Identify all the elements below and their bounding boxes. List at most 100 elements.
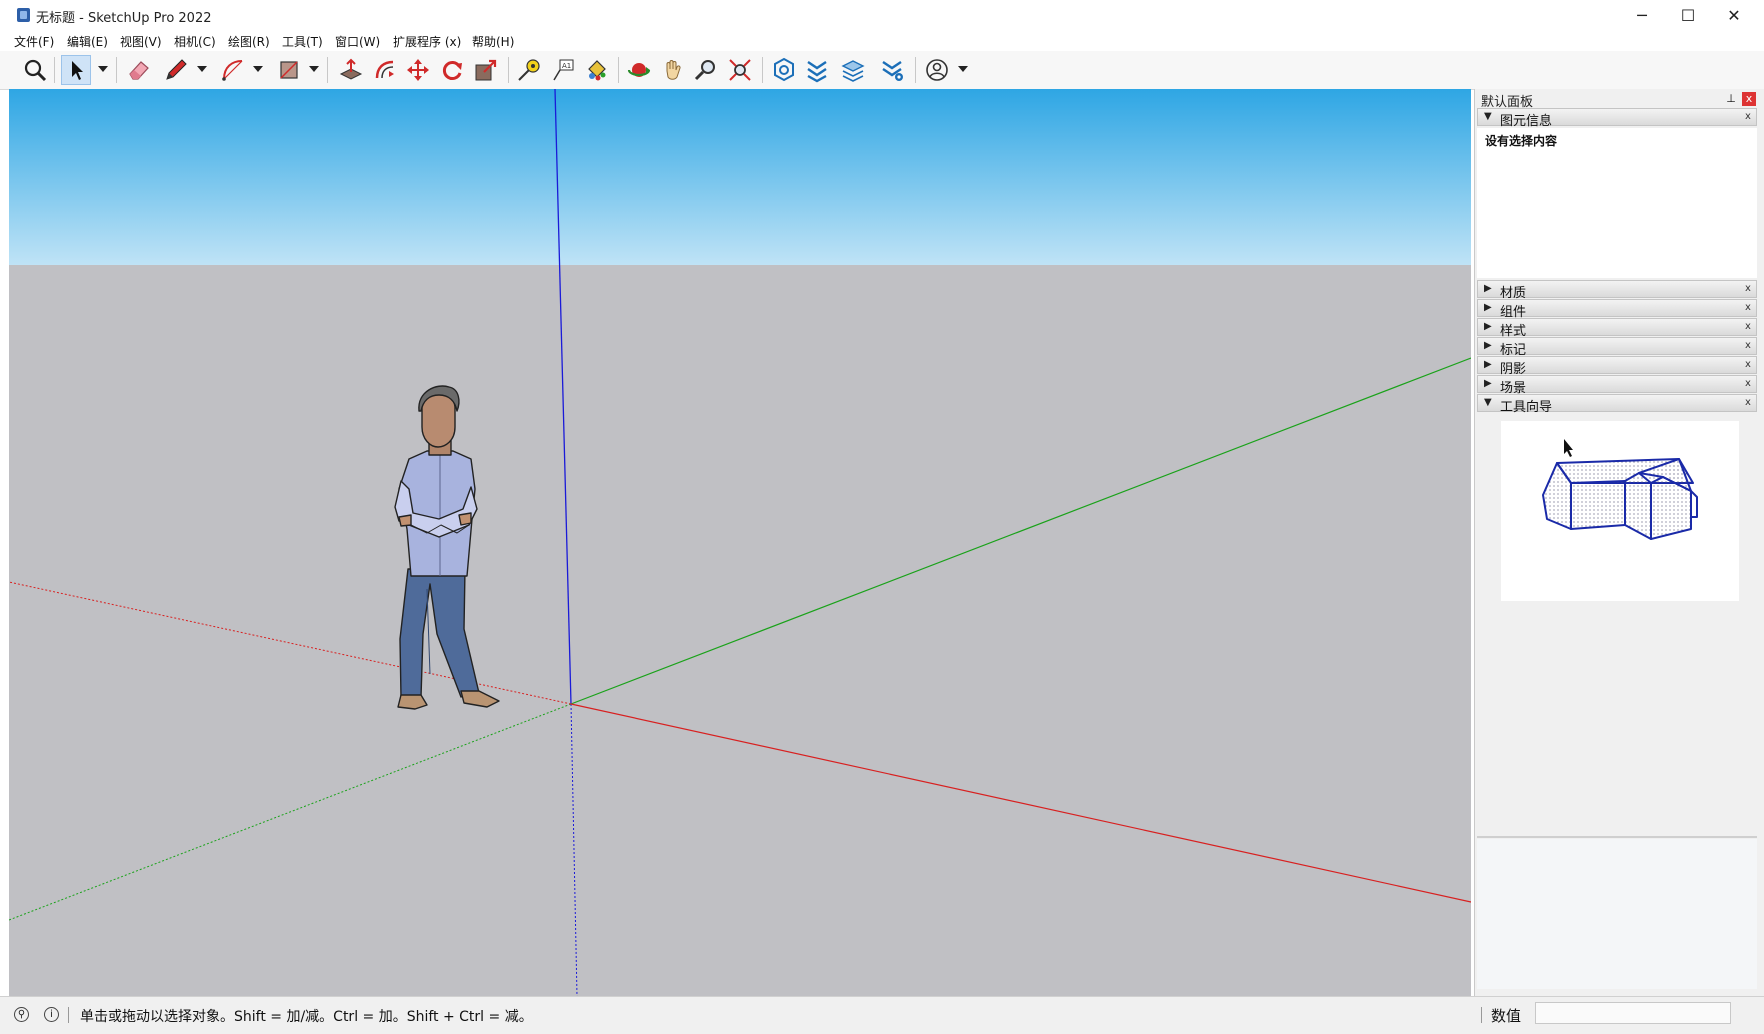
ground-plane [9, 265, 1471, 996]
panel-close-icon[interactable]: x [1742, 321, 1754, 333]
zoom-extents-icon[interactable] [725, 55, 755, 85]
collapsed-triangle-icon: ▶ [1484, 340, 1492, 351]
text-label-icon[interactable]: A1 [548, 55, 578, 85]
collapsed-triangle-icon: ▶ [1484, 302, 1492, 313]
collapsed-triangle-icon: ▶ [1484, 359, 1492, 370]
close-button[interactable]: ✕ [1711, 0, 1757, 30]
panel-close-icon[interactable]: x [1742, 378, 1754, 390]
menu-tools[interactable]: 工具(T) [282, 33, 323, 50]
maximize-icon: ☐ [1680, 5, 1696, 25]
measurements-label: 数值 [1491, 1007, 1522, 1025]
menu-extensions[interactable]: 扩展程序 (x) [393, 33, 461, 50]
orbit-icon[interactable] [624, 55, 654, 85]
rotate-icon[interactable] [437, 55, 467, 85]
status-message: 单击或拖动以选择对象。Shift = 加/减。Ctrl = 加。Shift + … [80, 1009, 533, 1025]
panel-header-materials[interactable]: ▶ 材质 x [1477, 280, 1757, 301]
instructor-select-tool-illustration [1501, 421, 1739, 601]
panel-header-tags[interactable]: ▶ 标记 x [1477, 337, 1757, 358]
status-separator [1481, 1007, 1482, 1023]
entity-info-empty-text: 设有选择内容 [1485, 134, 1558, 148]
cursor-arrow-icon [1564, 439, 1573, 457]
main-toolbar: A1 [0, 51, 1764, 90]
panel-close-icon[interactable]: x [1742, 111, 1754, 123]
title-bar: 无标题 - SketchUp Pro 2022 ─ ☐ ✕ [0, 0, 1764, 30]
search-icon[interactable] [20, 55, 50, 85]
panel-close-icon[interactable]: x [1742, 359, 1754, 371]
zoom-icon[interactable] [691, 55, 721, 85]
minimize-button[interactable]: ─ [1619, 0, 1665, 30]
panel-header-styles[interactable]: ▶ 样式 x [1477, 318, 1757, 339]
toolbar-separator [618, 57, 619, 83]
move-icon[interactable] [403, 55, 433, 85]
menu-edit[interactable]: 编辑(E) [67, 33, 108, 50]
eraser-icon[interactable] [124, 55, 154, 85]
extension-manager-icon[interactable] [878, 55, 908, 85]
minimize-icon: ─ [1637, 5, 1647, 25]
arc-icon[interactable] [218, 55, 248, 85]
drawing-viewport[interactable] [9, 89, 1471, 996]
panel-header-instructor[interactable]: ▼ 工具向导 x [1477, 394, 1757, 415]
pencil-line-icon[interactable] [161, 55, 191, 85]
menu-view[interactable]: 视图(V) [120, 33, 162, 50]
measurements-input[interactable] [1535, 1002, 1731, 1024]
entity-info-body: 设有选择内容 [1477, 128, 1757, 278]
3d-warehouse-icon[interactable] [769, 55, 799, 85]
close-icon: ✕ [1727, 5, 1741, 25]
shape-dropdown-chevron-down-icon[interactable] [309, 66, 319, 72]
expanded-triangle-icon: ▼ [1484, 111, 1492, 122]
toolbar-separator [762, 57, 763, 83]
instructor-divider [1477, 836, 1757, 838]
toolbar-separator [54, 57, 55, 83]
menu-window[interactable]: 窗口(W) [335, 33, 380, 50]
account-dropdown-chevron-down-icon[interactable] [958, 66, 968, 72]
toolbar-separator [915, 57, 916, 83]
status-separator [68, 1007, 69, 1023]
menu-bar: 文件(F) 编辑(E) 视图(V) 相机(C) 绘图(R) 工具(T) 窗口(W… [0, 30, 1764, 51]
rectangle-icon[interactable] [274, 55, 304, 85]
default-tray: 默认面板 ⊥ x ▼ 图元信息 x 设有选择内容 ▶ 材质 x ▶ 组件 x ▶… [1474, 89, 1764, 996]
account-icon[interactable] [922, 55, 952, 85]
arc-dropdown-chevron-down-icon[interactable] [253, 66, 263, 72]
toolbar-separator [116, 57, 117, 83]
tray-close-button[interactable]: x [1742, 92, 1756, 106]
layout-icon[interactable] [838, 55, 868, 85]
menu-camera[interactable]: 相机(C) [174, 33, 216, 50]
maximize-button[interactable]: ☐ [1665, 0, 1711, 30]
line-dropdown-chevron-down-icon[interactable] [197, 66, 207, 72]
collapsed-triangle-icon: ▶ [1484, 321, 1492, 332]
panel-header-entity-info[interactable]: ▼ 图元信息 x [1477, 108, 1757, 129]
panel-header-scenes[interactable]: ▶ 场景 x [1477, 375, 1757, 396]
select-dropdown-chevron-down-icon[interactable] [98, 66, 108, 72]
tape-measure-icon[interactable] [514, 55, 544, 85]
pan-hand-icon[interactable] [658, 55, 688, 85]
toolbar-separator [508, 57, 509, 83]
select-arrow-icon[interactable] [61, 55, 91, 85]
panel-close-icon[interactable]: x [1742, 283, 1754, 295]
collapsed-triangle-icon: ▶ [1484, 283, 1492, 294]
menu-draw[interactable]: 绘图(R) [228, 33, 270, 50]
menu-file[interactable]: 文件(F) [14, 33, 54, 50]
toolbar-separator [327, 57, 328, 83]
panel-header-components[interactable]: ▶ 组件 x [1477, 299, 1757, 320]
expanded-triangle-icon: ▼ [1484, 397, 1492, 408]
extension-warehouse-icon[interactable] [802, 55, 832, 85]
scale-icon[interactable] [471, 55, 501, 85]
push-pull-icon[interactable] [336, 55, 366, 85]
window-title: 无标题 - SketchUp Pro 2022 [36, 11, 212, 26]
pin-icon[interactable]: ⊥ [1724, 92, 1738, 106]
panel-close-icon[interactable]: x [1742, 397, 1754, 409]
sketchup-app-icon [17, 8, 30, 22]
offset-icon[interactable] [370, 55, 400, 85]
collapsed-triangle-icon: ▶ [1484, 378, 1492, 389]
panel-close-icon[interactable]: x [1742, 340, 1754, 352]
paint-bucket-icon[interactable] [581, 55, 611, 85]
geo-location-icon[interactable]: ⚲ [14, 1007, 29, 1022]
panel-close-icon[interactable]: x [1742, 302, 1754, 314]
svg-text:A1: A1 [562, 62, 571, 70]
panel-header-shadows[interactable]: ▶ 阴影 x [1477, 356, 1757, 377]
menu-help[interactable]: 帮助(H) [472, 33, 514, 50]
model-scene[interactable] [9, 89, 1471, 996]
info-icon[interactable]: i [44, 1007, 59, 1022]
sky [9, 89, 1471, 265]
status-bar: ⚲ i 单击或拖动以选择对象。Shift = 加/减。Ctrl = 加。Shif… [0, 996, 1764, 1034]
